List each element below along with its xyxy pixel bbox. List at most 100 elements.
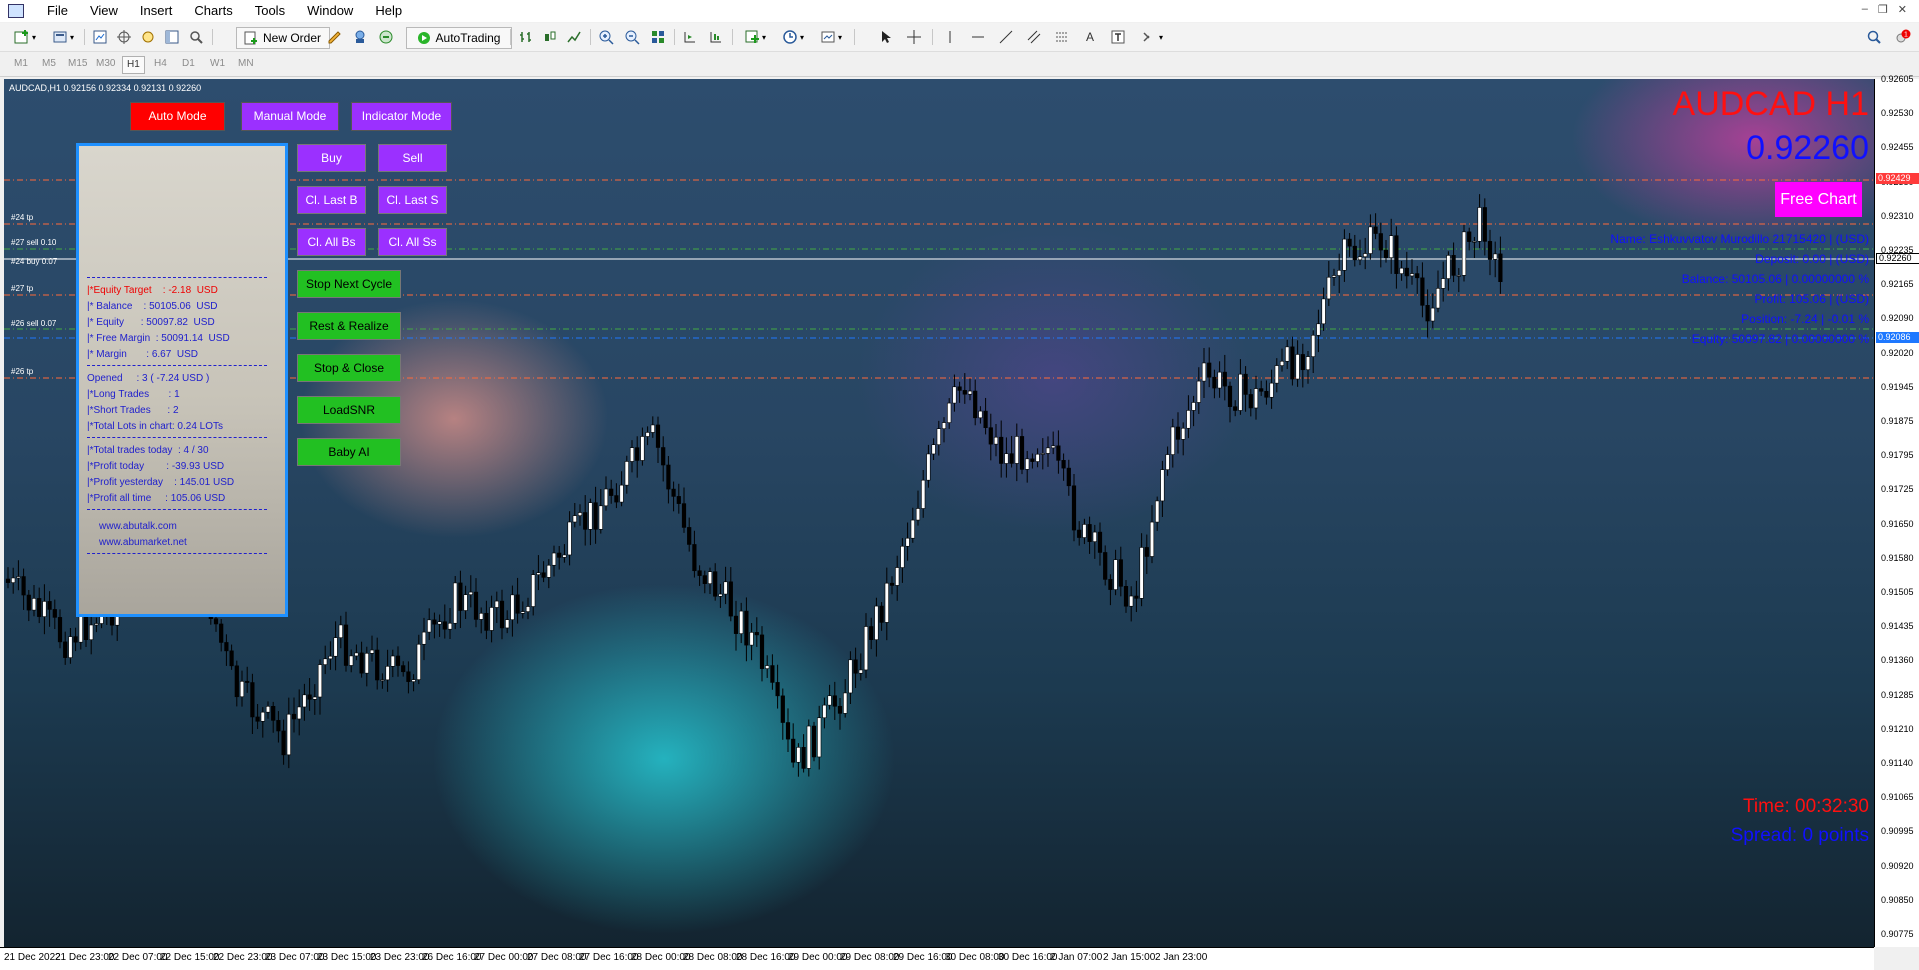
search-icon[interactable] xyxy=(1864,27,1884,47)
terminal-icon[interactable] xyxy=(162,27,182,47)
buy-button[interactable]: Buy xyxy=(297,144,366,172)
data-window-icon[interactable] xyxy=(138,27,158,47)
autotrading-button[interactable]: AutoTrading xyxy=(406,27,512,49)
profiles-button[interactable]: ▾ xyxy=(46,27,80,47)
manual-mode-button[interactable]: Manual Mode xyxy=(241,102,339,131)
baby-ai-button[interactable]: Baby AI xyxy=(297,438,401,466)
menu-charts[interactable]: Charts xyxy=(183,0,243,22)
market-icon[interactable] xyxy=(376,27,396,47)
rest-realize-button[interactable]: Rest & Realize xyxy=(297,312,401,340)
close-all-buys-button[interactable]: Cl. All Bs xyxy=(297,228,366,256)
price-tag-blue: 0.92086 xyxy=(1876,332,1919,343)
horizontal-line-icon[interactable] xyxy=(968,27,988,47)
time-tick: 21 Dec 23:00 xyxy=(55,952,115,963)
level-label: #24 tp xyxy=(11,213,34,222)
candle-body xyxy=(1435,288,1441,309)
minimize-icon[interactable]: – xyxy=(1862,3,1868,16)
navigator-icon[interactable] xyxy=(114,27,134,47)
candle-body xyxy=(645,432,650,437)
chart-shift-icon[interactable] xyxy=(680,27,700,47)
candle-body xyxy=(567,521,572,556)
market-watch-icon[interactable] xyxy=(90,27,110,47)
sell-button[interactable]: Sell xyxy=(378,144,447,172)
new-chart-button[interactable]: ▾ xyxy=(8,27,42,47)
menu-help[interactable]: Help xyxy=(364,0,413,22)
candle-body xyxy=(588,502,593,530)
vertical-line-icon[interactable] xyxy=(940,27,960,47)
strategy-tester-icon[interactable] xyxy=(186,27,206,47)
equity-target: |*Equity Target : -2.18 USD xyxy=(87,285,218,296)
candle-body xyxy=(1233,406,1238,411)
tf-h4[interactable]: H4 xyxy=(150,56,171,72)
candle-body xyxy=(1108,579,1113,590)
candle-body xyxy=(1113,559,1118,590)
menu-insert[interactable]: Insert xyxy=(129,0,184,22)
templates-button[interactable]: ▾ xyxy=(814,27,848,47)
crosshair-icon[interactable] xyxy=(904,27,924,47)
trendline-icon[interactable] xyxy=(996,27,1016,47)
menu-window[interactable]: Window xyxy=(296,0,364,22)
line-chart-icon[interactable] xyxy=(564,27,584,47)
close-icon[interactable]: ✕ xyxy=(1898,3,1907,16)
menu-view[interactable]: View xyxy=(79,0,129,22)
website-link[interactable]: www.abutalk.com xyxy=(99,521,177,532)
zoom-out-icon[interactable] xyxy=(622,27,642,47)
tf-w1[interactable]: W1 xyxy=(206,56,229,72)
candle-body xyxy=(1498,253,1503,282)
text-icon[interactable]: A xyxy=(1080,27,1100,47)
text-label-icon[interactable] xyxy=(1108,27,1128,47)
candle-body xyxy=(593,502,598,530)
tf-m15[interactable]: M15 xyxy=(64,56,91,72)
time-scale[interactable]: 21 Dec 2022 21 Dec 23:00 22 Dec 07:00 22 De… xyxy=(0,947,1874,970)
meta-editor-icon[interactable] xyxy=(324,27,344,47)
stop-next-cycle-button[interactable]: Stop Next Cycle xyxy=(297,270,401,298)
tf-m5[interactable]: M5 xyxy=(38,56,60,72)
channel-icon[interactable] xyxy=(1024,27,1044,47)
candle-body xyxy=(1290,346,1295,380)
candle-body xyxy=(723,581,728,595)
candle-body xyxy=(676,496,681,504)
tf-mn[interactable]: MN xyxy=(234,56,258,72)
account-position: Position: -7.24 | -0.01 % xyxy=(1741,312,1869,326)
timeframe-bar: M1 M5 M15 M30 H1 H4 D1 W1 MN xyxy=(0,52,1919,77)
candle-body xyxy=(1092,531,1097,542)
price-scale[interactable]: 0.926050.925300.924550.923800.923100.922… xyxy=(1874,74,1919,947)
new-order-button[interactable]: New Order xyxy=(236,27,330,49)
auto-scroll-icon[interactable] xyxy=(706,27,726,47)
free-chart-button[interactable]: Free Chart xyxy=(1775,182,1862,217)
auto-mode-button[interactable]: Auto Mode xyxy=(130,102,225,131)
indicator-mode-button[interactable]: Indicator Mode xyxy=(351,102,452,131)
indicators-button[interactable]: ▾ xyxy=(738,27,772,47)
level-label: #26 sell 0.07 xyxy=(11,319,57,328)
candlestick-icon[interactable] xyxy=(540,27,560,47)
candle-body xyxy=(1269,382,1274,398)
candle-body xyxy=(707,571,713,584)
candle-body xyxy=(796,747,801,763)
signals-icon[interactable] xyxy=(350,27,370,47)
tf-m30[interactable]: M30 xyxy=(92,56,119,72)
candle-body xyxy=(531,574,536,607)
chart-area[interactable]: AUDCAD,H1 0.92156 0.92334 0.92131 0.9226… xyxy=(4,79,1874,947)
cursor-icon[interactable] xyxy=(876,27,896,47)
close-last-sell-button[interactable]: Cl. Last S xyxy=(378,186,447,214)
tf-h1[interactable]: H1 xyxy=(122,56,145,74)
periods-button[interactable]: ▾ xyxy=(776,27,810,47)
restore-icon[interactable]: ❐ xyxy=(1878,3,1888,16)
bar-chart-icon[interactable] xyxy=(516,27,536,47)
stop-close-button[interactable]: Stop & Close xyxy=(297,354,401,382)
tf-d1[interactable]: D1 xyxy=(178,56,199,72)
website-link[interactable]: www.abumarket.net xyxy=(99,537,187,548)
notifications-icon[interactable]: 1 xyxy=(1892,27,1914,47)
arrows-button[interactable]: ▾ xyxy=(1136,27,1168,47)
menu-file[interactable]: File xyxy=(36,0,79,22)
zoom-in-icon[interactable] xyxy=(596,27,616,47)
fibonacci-icon[interactable] xyxy=(1052,27,1072,47)
free-margin-line: |* Free Margin : 50091.14 USD xyxy=(87,333,230,344)
tf-m1[interactable]: M1 xyxy=(10,56,32,72)
app-icon[interactable] xyxy=(8,4,24,18)
close-all-sells-button[interactable]: Cl. All Ss xyxy=(378,228,447,256)
load-snr-button[interactable]: LoadSNR xyxy=(297,396,401,424)
menu-tools[interactable]: Tools xyxy=(244,0,296,22)
close-last-buy-button[interactable]: Cl. Last B xyxy=(297,186,366,214)
tile-windows-icon[interactable] xyxy=(648,27,668,47)
